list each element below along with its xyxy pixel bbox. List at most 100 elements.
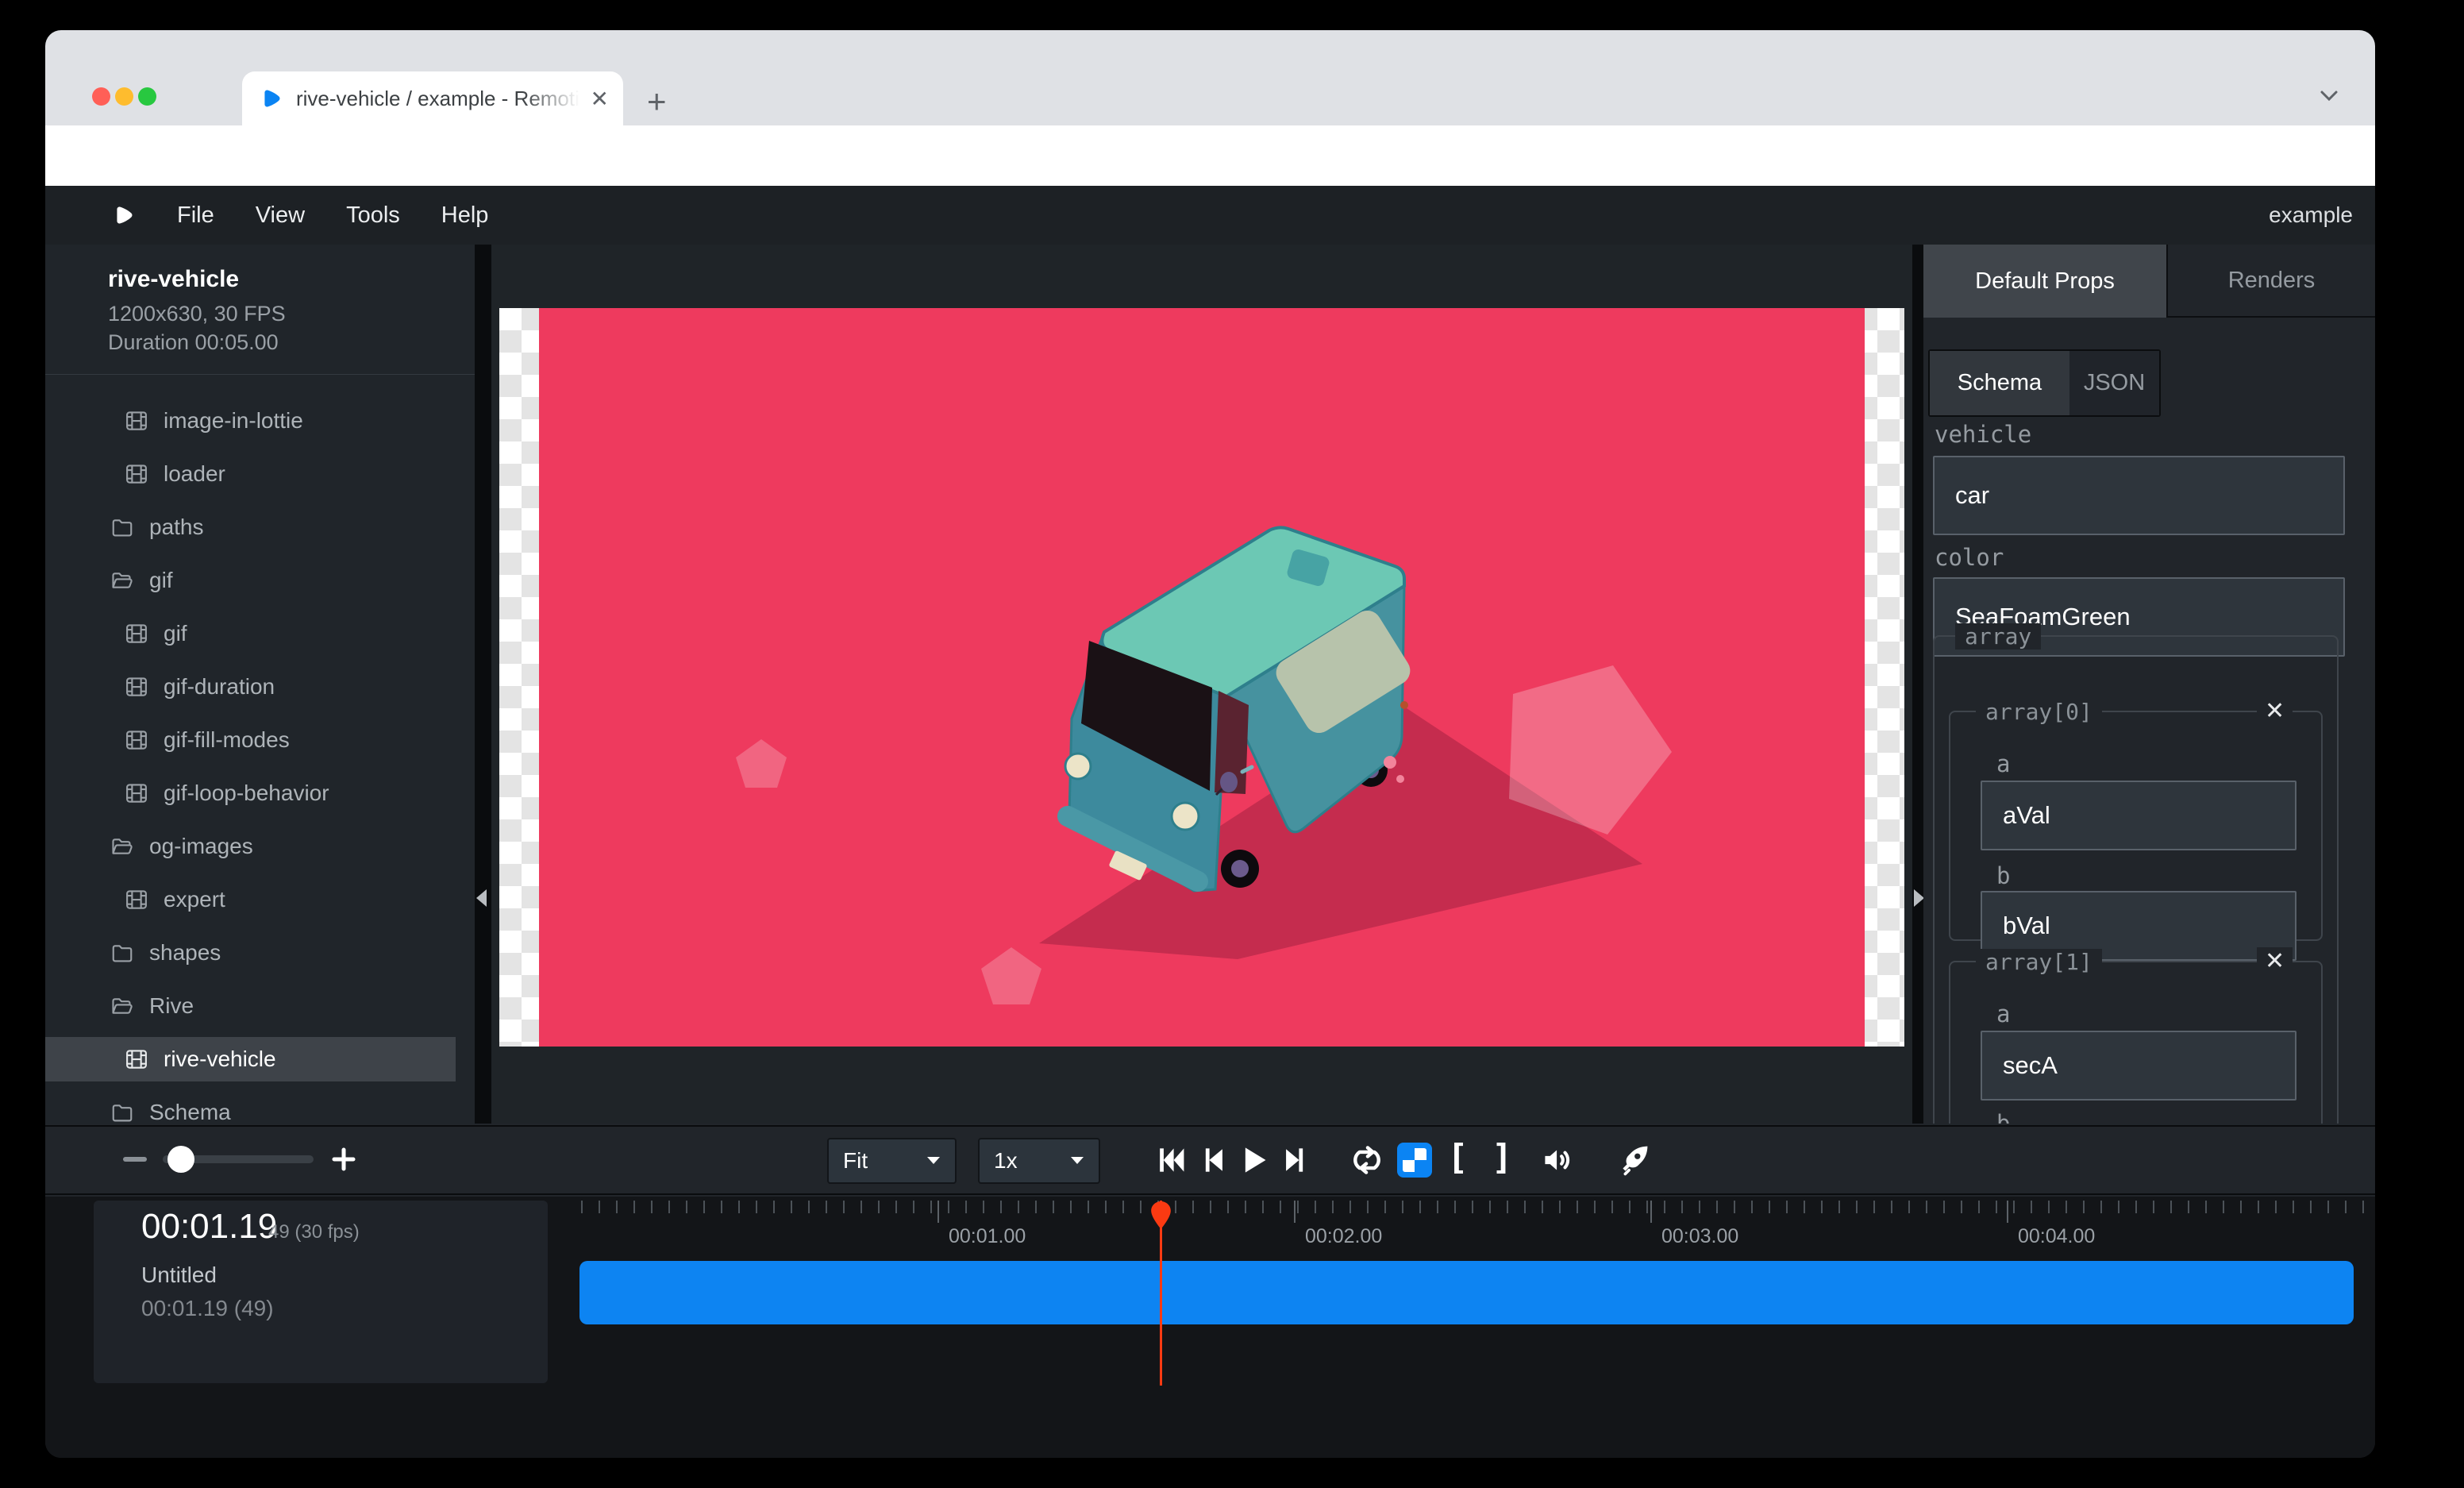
folder-open-icon: [109, 994, 136, 1018]
film-icon: [123, 1047, 150, 1071]
ruler-label-3s: 00:03.00: [1661, 1225, 1738, 1248]
project-name-label: example: [2269, 202, 2353, 228]
current-time-display: 00:01.19: [141, 1207, 277, 1247]
sidebar-item-og-images[interactable]: og-images: [45, 824, 456, 869]
menu-file[interactable]: File: [177, 202, 214, 229]
sidebar-item-expert[interactable]: expert: [45, 877, 456, 922]
set-in-point-button[interactable]: [: [1447, 1137, 1469, 1178]
van-front-wheel: [1221, 850, 1259, 888]
browser-tab[interactable]: rive-vehicle / example - Remoti ✕: [242, 71, 623, 125]
previous-frame-button[interactable]: [1195, 1143, 1230, 1178]
ruler-tick: [937, 1201, 939, 1223]
tab-renders[interactable]: Renders: [2166, 245, 2375, 318]
array0-a-input[interactable]: [1981, 781, 2297, 850]
tab-default-props[interactable]: Default Props: [1923, 245, 2166, 318]
sidebar-item-gif-fill-modes[interactable]: gif-fill-modes: [45, 718, 456, 762]
jump-to-start-button[interactable]: [1153, 1143, 1188, 1178]
sidebar-item-rive-folder[interactable]: Rive: [45, 984, 456, 1028]
window-zoom-button[interactable]: [138, 87, 156, 106]
film-icon: [123, 728, 150, 752]
play-button[interactable]: [1235, 1143, 1270, 1178]
tab-title: rive-vehicle / example - Remoti: [296, 87, 579, 111]
splatter-dot: [1400, 701, 1408, 709]
composition-title: rive-vehicle: [108, 266, 239, 293]
folder-icon: [109, 1101, 136, 1124]
field-input-vehicle[interactable]: [1933, 456, 2345, 535]
collapse-left-panel-icon[interactable]: [476, 889, 487, 907]
remotion-favicon-icon: [261, 87, 283, 110]
folder-icon: [109, 941, 136, 965]
sidebar-item-rive-vehicle[interactable]: rive-vehicle: [45, 1037, 456, 1081]
sidebar-item-gif-duration[interactable]: gif-duration: [45, 665, 456, 709]
playhead-handle[interactable]: [1150, 1201, 1172, 1230]
zoom-in-button[interactable]: [332, 1147, 356, 1171]
array1-remove-icon[interactable]: ✕: [2257, 947, 2293, 975]
composition-resolution: 1200x630, 30 FPS: [108, 302, 286, 326]
menu-tools[interactable]: Tools: [346, 202, 400, 229]
window-close-button[interactable]: [92, 87, 110, 106]
sidebar-item-gif-folder[interactable]: gif: [45, 558, 456, 603]
ruler-tick: [1294, 1201, 1296, 1223]
tab-search-chevron-icon[interactable]: [2317, 87, 2341, 105]
array1-b-label: b: [1996, 1110, 2010, 1124]
browser-window: rive-vehicle / example - Remoti ✕ + loca…: [45, 30, 2375, 1458]
array1-legend: array[1]: [1976, 949, 2102, 975]
compositions-sidebar: rive-vehicle 1200x630, 30 FPS Duration 0…: [45, 245, 475, 1124]
ruler-label-1s: 00:01.00: [949, 1225, 1026, 1248]
array0-legend: array[0]: [1976, 699, 2102, 725]
composition-canvas[interactable]: [499, 308, 1904, 1047]
sidebar-item-paths[interactable]: paths: [45, 505, 456, 549]
timeline-info-box: 00:01.19 49 (30 fps) Untitled 00:01.19 (…: [94, 1201, 548, 1383]
array1-a-input[interactable]: [1981, 1031, 2297, 1101]
studio-menu-bar: File View Tools Help example: [45, 186, 2375, 245]
set-out-point-button[interactable]: ]: [1492, 1137, 1513, 1178]
van-headlight-left: [1065, 754, 1091, 779]
canvas-size-select[interactable]: Fit: [827, 1138, 957, 1184]
film-icon: [123, 675, 150, 699]
sidebar-item-gif-loop-behavior[interactable]: gif-loop-behavior: [45, 771, 456, 815]
film-icon: [123, 781, 150, 805]
browser-address-bar: localhost:3000/rive-vehicle ☆: [45, 125, 2375, 186]
timeline-panel: 00:01.19 49 (30 fps) Untitled 00:01.19 (…: [45, 1197, 2375, 1458]
toggle-json[interactable]: JSON: [2069, 351, 2159, 415]
timeline-track-bar[interactable]: [579, 1261, 2354, 1324]
ruler-label-4s: 00:04.00: [2018, 1225, 2095, 1248]
remotion-logo-icon: [114, 203, 136, 227]
toggle-schema[interactable]: Schema: [1930, 351, 2069, 415]
track-duration: 00:01.19 (49): [141, 1296, 274, 1321]
volume-button[interactable]: [1540, 1143, 1575, 1178]
film-icon: [123, 409, 150, 433]
playback-speed-select[interactable]: 1x: [978, 1138, 1100, 1184]
checkerboard-icon: [1403, 1148, 1426, 1172]
main-row: rive-vehicle 1200x630, 30 FPS Duration 0…: [45, 245, 2375, 1124]
composition-header: rive-vehicle 1200x630, 30 FPS Duration 0…: [45, 245, 475, 375]
splatter-dot: [1384, 756, 1396, 769]
menu-help[interactable]: Help: [441, 202, 489, 229]
array0-a-label: a: [1996, 750, 2010, 777]
render-rocket-button[interactable]: [1616, 1143, 1651, 1178]
preview-area: [491, 245, 1912, 1124]
sidebar-item-image-in-lottie[interactable]: image-in-lottie: [45, 399, 456, 443]
array0-remove-icon[interactable]: ✕: [2257, 697, 2293, 725]
tab-close-icon[interactable]: ✕: [591, 86, 609, 112]
next-frame-button[interactable]: [1278, 1143, 1313, 1178]
sidebar-item-shapes[interactable]: shapes: [45, 931, 456, 975]
zoom-out-button[interactable]: [123, 1157, 147, 1162]
menu-view[interactable]: View: [256, 202, 305, 229]
folder-open-icon: [109, 569, 136, 592]
screenshot-stage: rive-vehicle / example - Remoti ✕ + loca…: [0, 0, 2464, 1488]
composition-duration: Duration 00:05.00: [108, 330, 279, 355]
folder-open-icon: [109, 835, 136, 858]
sidebar-item-gif[interactable]: gif: [45, 611, 456, 656]
transparency-checkerboard-toggle[interactable]: [1397, 1143, 1432, 1178]
props-panel: Default Props Renders Schema JSON vehicl…: [1923, 245, 2375, 1124]
new-tab-button[interactable]: +: [647, 83, 667, 121]
timeline-ruler[interactable]: [581, 1201, 2374, 1213]
loop-toggle-button[interactable]: [1349, 1143, 1384, 1178]
track-name: Untitled: [141, 1262, 217, 1288]
current-frame-display: 49 (30 fps): [268, 1221, 360, 1243]
zoom-slider-handle[interactable]: [167, 1146, 194, 1173]
window-minimize-button[interactable]: [115, 87, 133, 106]
sidebar-item-loader[interactable]: loader: [45, 452, 456, 496]
chevron-down-icon: [926, 1156, 941, 1166]
